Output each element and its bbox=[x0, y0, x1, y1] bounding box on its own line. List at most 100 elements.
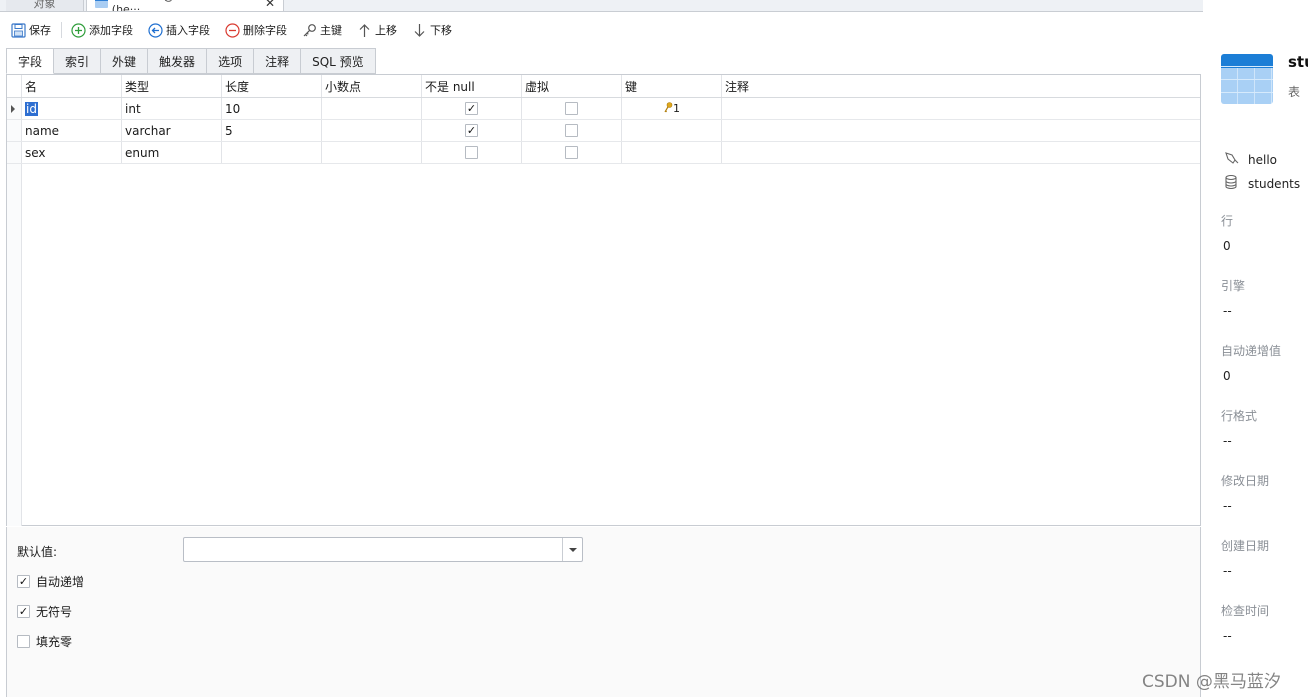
tab-foreign-keys[interactable]: 外键 bbox=[101, 48, 149, 74]
designer-toolbar: 保存 添加字段 插入字段 删除字段 主键 上移 下移 bbox=[0, 13, 1203, 47]
dropdown-button[interactable] bbox=[562, 538, 582, 561]
info-key-row-format: 行格式 bbox=[1221, 409, 1258, 423]
column-header-not-null[interactable]: 不是 null bbox=[422, 75, 522, 97]
connection-link[interactable]: hello bbox=[1224, 151, 1277, 168]
field-comment-cell[interactable] bbox=[722, 120, 1200, 141]
delete-field-button[interactable]: 删除字段 bbox=[224, 19, 287, 41]
unsigned-checkbox[interactable]: ✓ bbox=[17, 605, 30, 618]
save-label: 保存 bbox=[29, 24, 51, 37]
tab-students-design-label: students @ students (he··· bbox=[111, 0, 226, 12]
field-type-cell[interactable]: enum bbox=[122, 142, 222, 163]
tab-triggers[interactable]: 触发器 bbox=[148, 48, 208, 74]
not-null-checkbox[interactable] bbox=[465, 146, 478, 159]
field-decimals-cell[interactable] bbox=[322, 120, 422, 141]
tab-options[interactable]: 选项 bbox=[207, 48, 255, 74]
column-header-length[interactable]: 长度 bbox=[222, 75, 322, 97]
field-decimals-cell[interactable] bbox=[322, 142, 422, 163]
field-name-cell[interactable]: name bbox=[22, 120, 122, 141]
unsigned-option[interactable]: ✓ 无符号 bbox=[17, 603, 72, 620]
key-order-value: 1 bbox=[673, 102, 680, 115]
object-type: 表 bbox=[1288, 85, 1301, 99]
column-header-name[interactable]: 名 bbox=[22, 75, 122, 97]
key-cell[interactable]: 1 bbox=[622, 98, 722, 119]
tab-objects[interactable]: 对象 bbox=[6, 0, 84, 11]
auto-increment-label: 自动递增 bbox=[36, 575, 85, 589]
tab-objects-label: 对象 bbox=[33, 0, 56, 10]
move-down-button[interactable]: 下移 bbox=[411, 19, 452, 41]
designer-tabs: 字段 索引 外键 触发器 选项 注释 SQL 预览 bbox=[6, 48, 376, 74]
not-null-checkbox[interactable]: ✓ bbox=[465, 124, 478, 137]
auto-increment-checkbox[interactable]: ✓ bbox=[17, 575, 30, 588]
zerofill-option[interactable]: 填充零 bbox=[17, 633, 72, 650]
info-value-created-date: -- bbox=[1223, 564, 1232, 578]
field-comment-cell[interactable] bbox=[722, 98, 1200, 119]
info-value-check-time: -- bbox=[1223, 629, 1232, 643]
database-icon bbox=[1224, 174, 1240, 192]
info-value-engine: -- bbox=[1223, 304, 1232, 318]
add-field-button[interactable]: 添加字段 bbox=[70, 19, 133, 41]
field-length-cell[interactable] bbox=[222, 142, 322, 163]
insert-field-button[interactable]: 插入字段 bbox=[147, 19, 210, 41]
tab-indexes[interactable]: 索引 bbox=[54, 48, 102, 74]
field-decimals-cell[interactable] bbox=[322, 98, 422, 119]
remove-circle-icon bbox=[224, 22, 240, 38]
row-header[interactable] bbox=[7, 98, 22, 119]
not-null-cell: ✓ bbox=[422, 98, 522, 119]
add-field-label: 添加字段 bbox=[89, 24, 133, 37]
row-header[interactable] bbox=[7, 142, 22, 163]
key-cell[interactable] bbox=[622, 142, 722, 163]
field-length-cell[interactable]: 10 bbox=[222, 98, 322, 119]
grid-header: 名 类型 长度 小数点 不是 null 虚拟 键 注释 bbox=[7, 75, 1200, 98]
info-key-rows: 行 bbox=[1221, 214, 1234, 228]
table-icon bbox=[95, 0, 108, 8]
primary-key-button[interactable]: 主键 bbox=[301, 19, 342, 41]
column-header-decimals[interactable]: 小数点 bbox=[322, 75, 422, 97]
column-header-key[interactable]: 键 bbox=[622, 75, 722, 97]
insert-arrow-icon bbox=[147, 22, 163, 38]
default-value-combobox[interactable] bbox=[183, 537, 583, 562]
zerofill-label: 填充零 bbox=[36, 635, 73, 649]
key-cell[interactable] bbox=[622, 120, 722, 141]
field-name-cell[interactable]: sex bbox=[22, 142, 122, 163]
column-header-comment[interactable]: 注释 bbox=[722, 75, 1200, 97]
primary-key-label: 主键 bbox=[320, 24, 342, 37]
current-row-arrow-icon bbox=[11, 105, 15, 113]
field-name-cell[interactable]: id bbox=[22, 98, 122, 119]
tab-fields[interactable]: 字段 bbox=[6, 48, 55, 74]
field-type-cell[interactable]: int bbox=[122, 98, 222, 119]
default-value-label: 默认值: bbox=[17, 545, 58, 559]
save-button[interactable]: 保存 bbox=[10, 19, 51, 41]
tab-students-design[interactable]: students @ students (he··· ✕ bbox=[86, 0, 284, 12]
virtual-checkbox[interactable] bbox=[565, 124, 578, 137]
move-up-button[interactable]: 上移 bbox=[356, 19, 397, 41]
zerofill-checkbox[interactable] bbox=[17, 635, 30, 648]
save-icon bbox=[10, 22, 26, 38]
table-row[interactable]: name varchar 5 ✓ bbox=[7, 120, 1200, 142]
auto-increment-option[interactable]: ✓ 自动递增 bbox=[17, 573, 84, 590]
info-value-modified-date: -- bbox=[1223, 499, 1232, 513]
database-link[interactable]: students bbox=[1224, 174, 1300, 192]
move-down-label: 下移 bbox=[430, 24, 452, 37]
add-circle-icon bbox=[70, 22, 86, 38]
info-key-check-time: 检查时间 bbox=[1221, 604, 1270, 618]
virtual-checkbox[interactable] bbox=[565, 102, 578, 115]
column-header-virtual[interactable]: 虚拟 bbox=[522, 75, 622, 97]
table-row[interactable]: sex enum bbox=[7, 142, 1200, 164]
unsigned-label: 无符号 bbox=[36, 605, 73, 619]
field-length-cell[interactable]: 5 bbox=[222, 120, 322, 141]
field-type-cell[interactable]: varchar bbox=[122, 120, 222, 141]
field-comment-cell[interactable] bbox=[722, 142, 1200, 163]
table-row[interactable]: id int 10 ✓ 1 bbox=[7, 98, 1200, 120]
virtual-checkbox[interactable] bbox=[565, 146, 578, 159]
row-header[interactable] bbox=[7, 120, 22, 141]
close-icon[interactable]: ✕ bbox=[265, 0, 275, 10]
tab-comment[interactable]: 注释 bbox=[254, 48, 302, 74]
not-null-checkbox[interactable]: ✓ bbox=[465, 102, 478, 115]
info-key-modified-date: 修改日期 bbox=[1221, 474, 1270, 488]
object-info-panel: stu 表 hello students 行 0 引擎 -- 自动递增值 0 行… bbox=[1206, 0, 1308, 697]
delete-field-label: 删除字段 bbox=[243, 24, 287, 37]
info-value-auto-increment: 0 bbox=[1223, 369, 1231, 383]
field-properties-panel: 默认值: ✓ 自动递增 ✓ 无符号 填充零 bbox=[6, 527, 1201, 697]
tab-sql-preview[interactable]: SQL 预览 bbox=[301, 48, 376, 74]
column-header-type[interactable]: 类型 bbox=[122, 75, 222, 97]
